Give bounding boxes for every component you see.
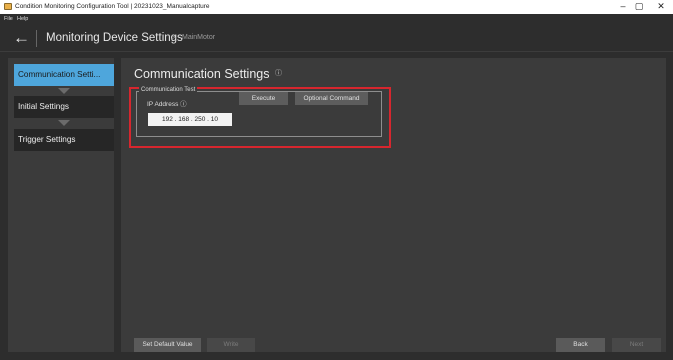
app-icon [4, 3, 12, 10]
ip-address-field[interactable]: 192 . 168 . 250 . 10 [148, 113, 232, 126]
main-panel: Communication Settings ⓘ Communication T… [121, 58, 666, 352]
info-icon[interactable]: ⓘ [180, 101, 187, 108]
sidebar-item-trigger-settings[interactable]: Trigger Settings [14, 129, 114, 151]
sidebar-item-communication-settings[interactable]: Communication Setti... [14, 64, 114, 86]
info-icon[interactable]: ⓘ [275, 70, 282, 77]
sidebar: Communication Setti... Initial Settings … [8, 58, 114, 352]
ip-address-label-text: IP Address [147, 101, 179, 108]
minimize-icon[interactable]: – [617, 1, 629, 12]
sidebar-item-initial-settings[interactable]: Initial Settings [14, 96, 114, 118]
page-title: Communication Settings ⓘ [134, 67, 282, 81]
step-arrow-icon [58, 88, 70, 94]
page-header: ← Monitoring Device Settings > MainMotor [0, 24, 673, 52]
optional-command-button[interactable]: Optional Command [295, 92, 368, 105]
header-divider [36, 30, 37, 47]
execute-button[interactable]: Execute [239, 92, 288, 105]
breadcrumb: MainMotor [182, 34, 216, 41]
close-icon[interactable]: ✕ [655, 1, 667, 12]
page-header-title: Monitoring Device Settings [46, 32, 183, 44]
page-title-text: Communication Settings [134, 67, 270, 81]
breadcrumb-separator: > [171, 33, 176, 42]
menu-help[interactable]: Help [17, 16, 28, 22]
write-button[interactable]: Write [207, 338, 255, 352]
menu-bar: File Help [0, 14, 673, 24]
communication-test-label: Communication Test [139, 87, 198, 93]
menu-file[interactable]: File [4, 16, 13, 22]
back-button[interactable]: Back [556, 338, 605, 352]
step-arrow-icon [58, 120, 70, 126]
next-button[interactable]: Next [612, 338, 661, 352]
ip-address-label: IP Address ⓘ [147, 98, 187, 108]
maximize-icon[interactable]: ▢ [633, 1, 645, 12]
window-title: Condition Monitoring Configuration Tool … [15, 3, 210, 10]
title-bar: Condition Monitoring Configuration Tool … [0, 0, 673, 14]
communication-test-group: Communication Test IP Address ⓘ 192 . 16… [136, 87, 382, 137]
set-default-value-button[interactable]: Set Default Value [134, 338, 201, 352]
back-arrow-icon[interactable]: ← [13, 26, 30, 50]
